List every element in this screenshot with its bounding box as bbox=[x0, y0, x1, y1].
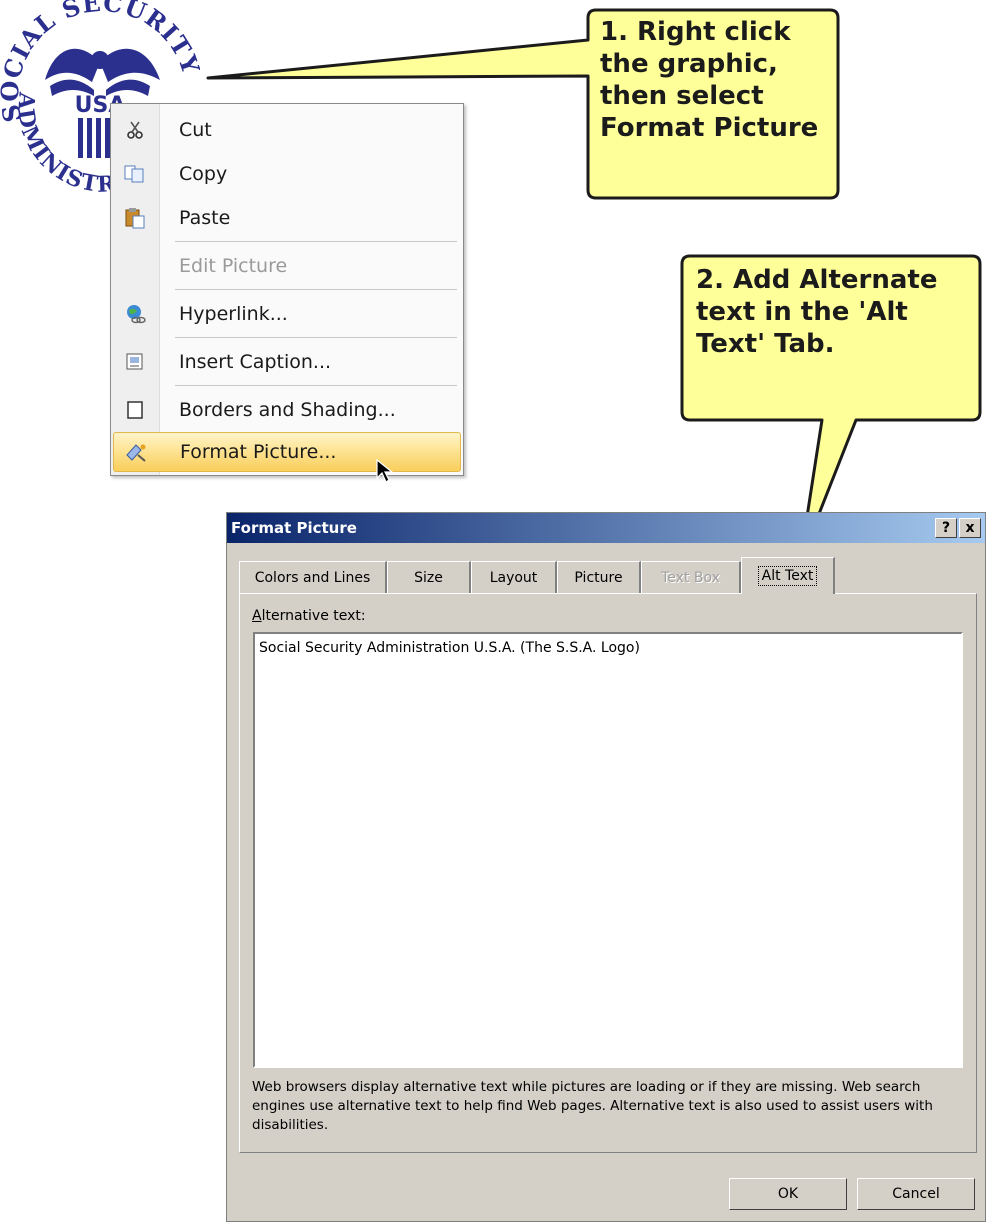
paste-icon bbox=[113, 207, 157, 229]
help-button[interactable]: ? bbox=[935, 518, 957, 538]
caption-icon bbox=[113, 352, 157, 372]
menu-separator bbox=[175, 337, 457, 338]
tab-text-box[interactable]: Text Box bbox=[641, 561, 741, 593]
context-menu: Cut Copy Paste Edit Picture Hyperlink...… bbox=[110, 103, 464, 476]
menu-separator bbox=[175, 289, 457, 290]
menu-item-copy[interactable]: Copy bbox=[113, 154, 461, 194]
menu-item-edit-picture[interactable]: Edit Picture bbox=[113, 246, 461, 286]
tab-picture[interactable]: Picture bbox=[557, 561, 641, 593]
tab-size[interactable]: Size bbox=[387, 561, 471, 593]
callout-1-text: 1. Right click the graphic, then select … bbox=[600, 17, 819, 143]
dialog-titlebar[interactable]: Format Picture ? x bbox=[227, 513, 985, 543]
close-button[interactable]: x bbox=[959, 518, 981, 538]
menu-item-label: Hyperlink... bbox=[179, 303, 288, 325]
menu-separator bbox=[175, 241, 457, 242]
menu-item-hyperlink[interactable]: Hyperlink... bbox=[113, 294, 461, 334]
alt-text-help: Web browsers display alternative text wh… bbox=[252, 1079, 933, 1133]
tab-layout[interactable]: Layout bbox=[471, 561, 557, 593]
menu-item-label: Copy bbox=[179, 163, 228, 185]
menu-item-cut[interactable]: Cut bbox=[113, 110, 461, 150]
menu-item-label: Edit Picture bbox=[179, 255, 288, 277]
page-icon bbox=[113, 400, 157, 420]
menu-item-format-picture[interactable]: Format Picture... bbox=[113, 432, 461, 472]
ok-button[interactable]: OK bbox=[729, 1178, 847, 1210]
menu-separator bbox=[175, 385, 457, 386]
cancel-button[interactable]: Cancel bbox=[857, 1178, 975, 1210]
dialog-title: Format Picture bbox=[231, 519, 357, 537]
format-picture-icon bbox=[114, 441, 158, 463]
globe-link-icon bbox=[113, 303, 157, 325]
menu-item-label: Format Picture... bbox=[180, 441, 337, 463]
tab-colors-and-lines[interactable]: Colors and Lines bbox=[239, 561, 387, 593]
menu-item-insert-caption[interactable]: Insert Caption... bbox=[113, 342, 461, 382]
copy-icon bbox=[113, 164, 157, 184]
menu-item-label: Borders and Shading... bbox=[179, 399, 396, 421]
alt-text-label: Alternative text: bbox=[252, 608, 366, 624]
menu-item-label: Insert Caption... bbox=[179, 351, 332, 373]
callout-2-text: 2. Add Alternate text in the 'Alt Text' … bbox=[696, 265, 938, 359]
menu-item-label: Cut bbox=[179, 119, 212, 141]
menu-item-paste[interactable]: Paste bbox=[113, 198, 461, 238]
mouse-cursor-icon bbox=[376, 458, 394, 483]
menu-item-label: Paste bbox=[179, 207, 231, 229]
menu-item-borders-shading[interactable]: Borders and Shading... bbox=[113, 390, 461, 430]
scissors-icon bbox=[113, 120, 157, 140]
format-picture-dialog: Format Picture ? x Colors and Lines Size… bbox=[226, 512, 986, 1222]
alt-text-panel: Alternative text: Social Security Admini… bbox=[239, 593, 977, 1153]
alt-text-input[interactable]: Social Security Administration U.S.A. (T… bbox=[253, 632, 963, 1068]
tab-alt-text[interactable]: Alt Text bbox=[741, 557, 835, 594]
